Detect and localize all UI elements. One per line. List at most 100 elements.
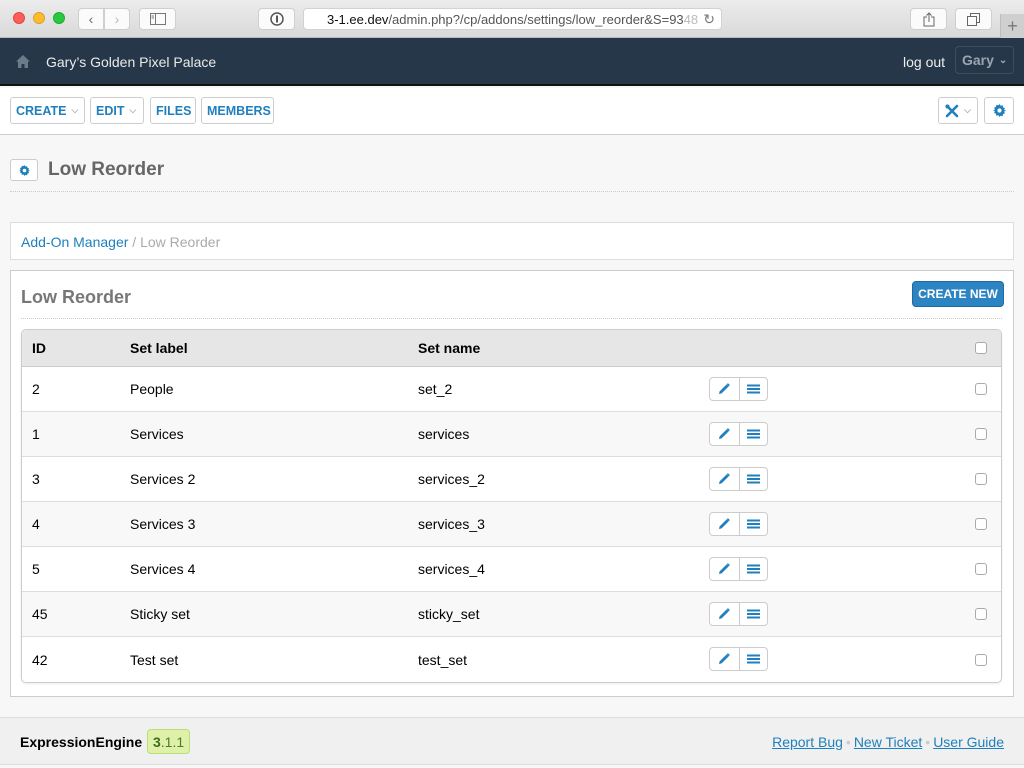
list-icon (746, 474, 760, 484)
list-icon (746, 609, 760, 619)
row-checkbox[interactable] (975, 608, 987, 620)
user-menu-button[interactable]: Gary ⌄ (955, 46, 1014, 74)
gear-icon (18, 164, 30, 176)
table-row: 4 Services 3 services_3 (22, 502, 1001, 547)
create-menu-button[interactable]: CREATE ⌵ (10, 97, 85, 124)
row-checkbox[interactable] (975, 563, 987, 575)
gear-icon (992, 104, 1006, 117)
edit-button[interactable] (710, 423, 739, 445)
edit-button[interactable] (710, 603, 739, 625)
row-checkbox[interactable] (975, 653, 987, 666)
list-icon (746, 519, 760, 529)
edit-button[interactable] (710, 468, 739, 490)
developer-tools-menu-button[interactable]: ⌵ (938, 97, 978, 124)
url-truncated: 48 (683, 11, 699, 27)
content-panel: Low Reorder CREATE NEW ID Set label Set … (10, 270, 1014, 697)
members-button[interactable]: MEMBERS (201, 97, 274, 124)
column-header-id[interactable]: ID (32, 340, 46, 356)
logout-link[interactable]: log out (903, 54, 945, 70)
home-icon[interactable] (15, 54, 31, 69)
create-new-button[interactable]: CREATE NEW (912, 281, 1004, 307)
reorder-button[interactable] (738, 558, 768, 580)
reload-icon[interactable]: ↻ (703, 11, 715, 28)
sets-table: ID Set label Set name 2 People set_2 1 Servi… (21, 329, 1002, 683)
table-body: 2 People set_2 1 Services services 3 Services 2… (22, 367, 1001, 682)
report-bug-link[interactable]: Report Bug (772, 734, 843, 750)
new-tab-button[interactable]: + (1000, 14, 1024, 38)
reorder-button[interactable] (738, 378, 768, 400)
row-toolbar (709, 377, 768, 401)
version-badge[interactable]: 3.1.1 (147, 729, 191, 754)
share-button[interactable] (910, 8, 947, 30)
settings-button[interactable] (984, 97, 1014, 124)
link-separator: • (845, 734, 851, 750)
close-window-button[interactable] (13, 12, 25, 24)
column-header-set-label[interactable]: Set label (130, 340, 188, 356)
site-info-button[interactable] (258, 8, 295, 30)
pencil-icon (719, 383, 731, 394)
cell-set-label: People (130, 381, 174, 397)
site-name-link[interactable]: Gary’s Golden Pixel Palace (46, 54, 216, 70)
breadcrumb-addon-manager[interactable]: Add-On Manager (21, 234, 128, 250)
forward-button[interactable]: › (104, 8, 130, 30)
edit-button[interactable] (710, 378, 739, 400)
row-toolbar (709, 512, 768, 536)
cell-set-label: Services 4 (130, 561, 196, 577)
cell-set-name: set_2 (418, 381, 453, 397)
browser-toolbar: ‹ › 3-1.ee.dev/admin.php?/cp/addons/sett… (0, 0, 1024, 38)
pencil-icon (719, 653, 731, 664)
select-all-checkbox[interactable] (975, 342, 987, 354)
tools-icon (945, 104, 959, 117)
list-icon (746, 384, 760, 394)
url-host: 3-1.ee.dev (327, 11, 389, 27)
main-nav: CREATE ⌵ EDIT ⌵ FILES MEMBERS ⌵ (0, 88, 1024, 135)
column-header-set-name[interactable]: Set name (418, 340, 480, 356)
cell-set-name: services (418, 426, 470, 442)
chevron-down-icon: ⌵ (964, 105, 971, 115)
edit-button[interactable] (710, 648, 739, 670)
reorder-button[interactable] (738, 603, 768, 625)
table-row: 45 Sticky set sticky_set (22, 592, 1001, 637)
show-tabs-button[interactable] (955, 8, 992, 30)
row-checkbox[interactable] (975, 473, 987, 485)
addon-settings-button[interactable] (10, 159, 38, 181)
row-checkbox[interactable] (975, 383, 987, 395)
reorder-button[interactable] (738, 648, 768, 670)
site-header: Gary’s Golden Pixel Palace log out Gary … (0, 38, 1024, 86)
cell-set-name: services_2 (418, 471, 485, 487)
files-button[interactable]: FILES (150, 97, 196, 124)
sidebar-icon (149, 13, 166, 25)
table-row: 1 Services services (22, 412, 1001, 457)
edit-menu-button[interactable]: EDIT ⌵ (90, 97, 144, 124)
cell-id: 42 (32, 651, 48, 668)
row-toolbar (709, 557, 768, 581)
new-ticket-link[interactable]: New Ticket (854, 734, 922, 750)
row-checkbox[interactable] (975, 518, 987, 530)
row-checkbox[interactable] (975, 428, 987, 440)
divider (10, 191, 1014, 192)
reorder-button[interactable] (738, 423, 768, 445)
cell-set-label: Services (130, 426, 184, 442)
cell-set-name: services_4 (418, 561, 485, 577)
breadcrumb: Add-On Manager / Low Reorder (10, 222, 1014, 260)
cell-id: 1 (32, 426, 40, 442)
zoom-window-button[interactable] (53, 12, 65, 24)
chevron-down-icon: ⌄ (998, 54, 1008, 66)
table-row: 5 Services 4 services_4 (22, 547, 1001, 592)
back-button[interactable]: ‹ (78, 8, 104, 30)
edit-button[interactable] (710, 513, 739, 535)
edit-button[interactable] (710, 558, 739, 580)
cell-id: 4 (32, 516, 40, 532)
row-toolbar (709, 422, 768, 446)
address-bar[interactable]: 3-1.ee.dev/admin.php?/cp/addons/settings… (303, 8, 722, 30)
reorder-button[interactable] (738, 513, 768, 535)
files-label: FILES (156, 103, 192, 118)
footer-links: Report Bug • New Ticket • User Guide (772, 734, 1004, 750)
list-icon (746, 654, 760, 664)
user-guide-link[interactable]: User Guide (933, 734, 1004, 750)
minimize-window-button[interactable] (33, 12, 45, 24)
sidebar-toggle-button[interactable] (139, 8, 176, 30)
reorder-button[interactable] (738, 468, 768, 490)
cell-set-label: Sticky set (130, 606, 190, 622)
info-icon (269, 12, 284, 26)
